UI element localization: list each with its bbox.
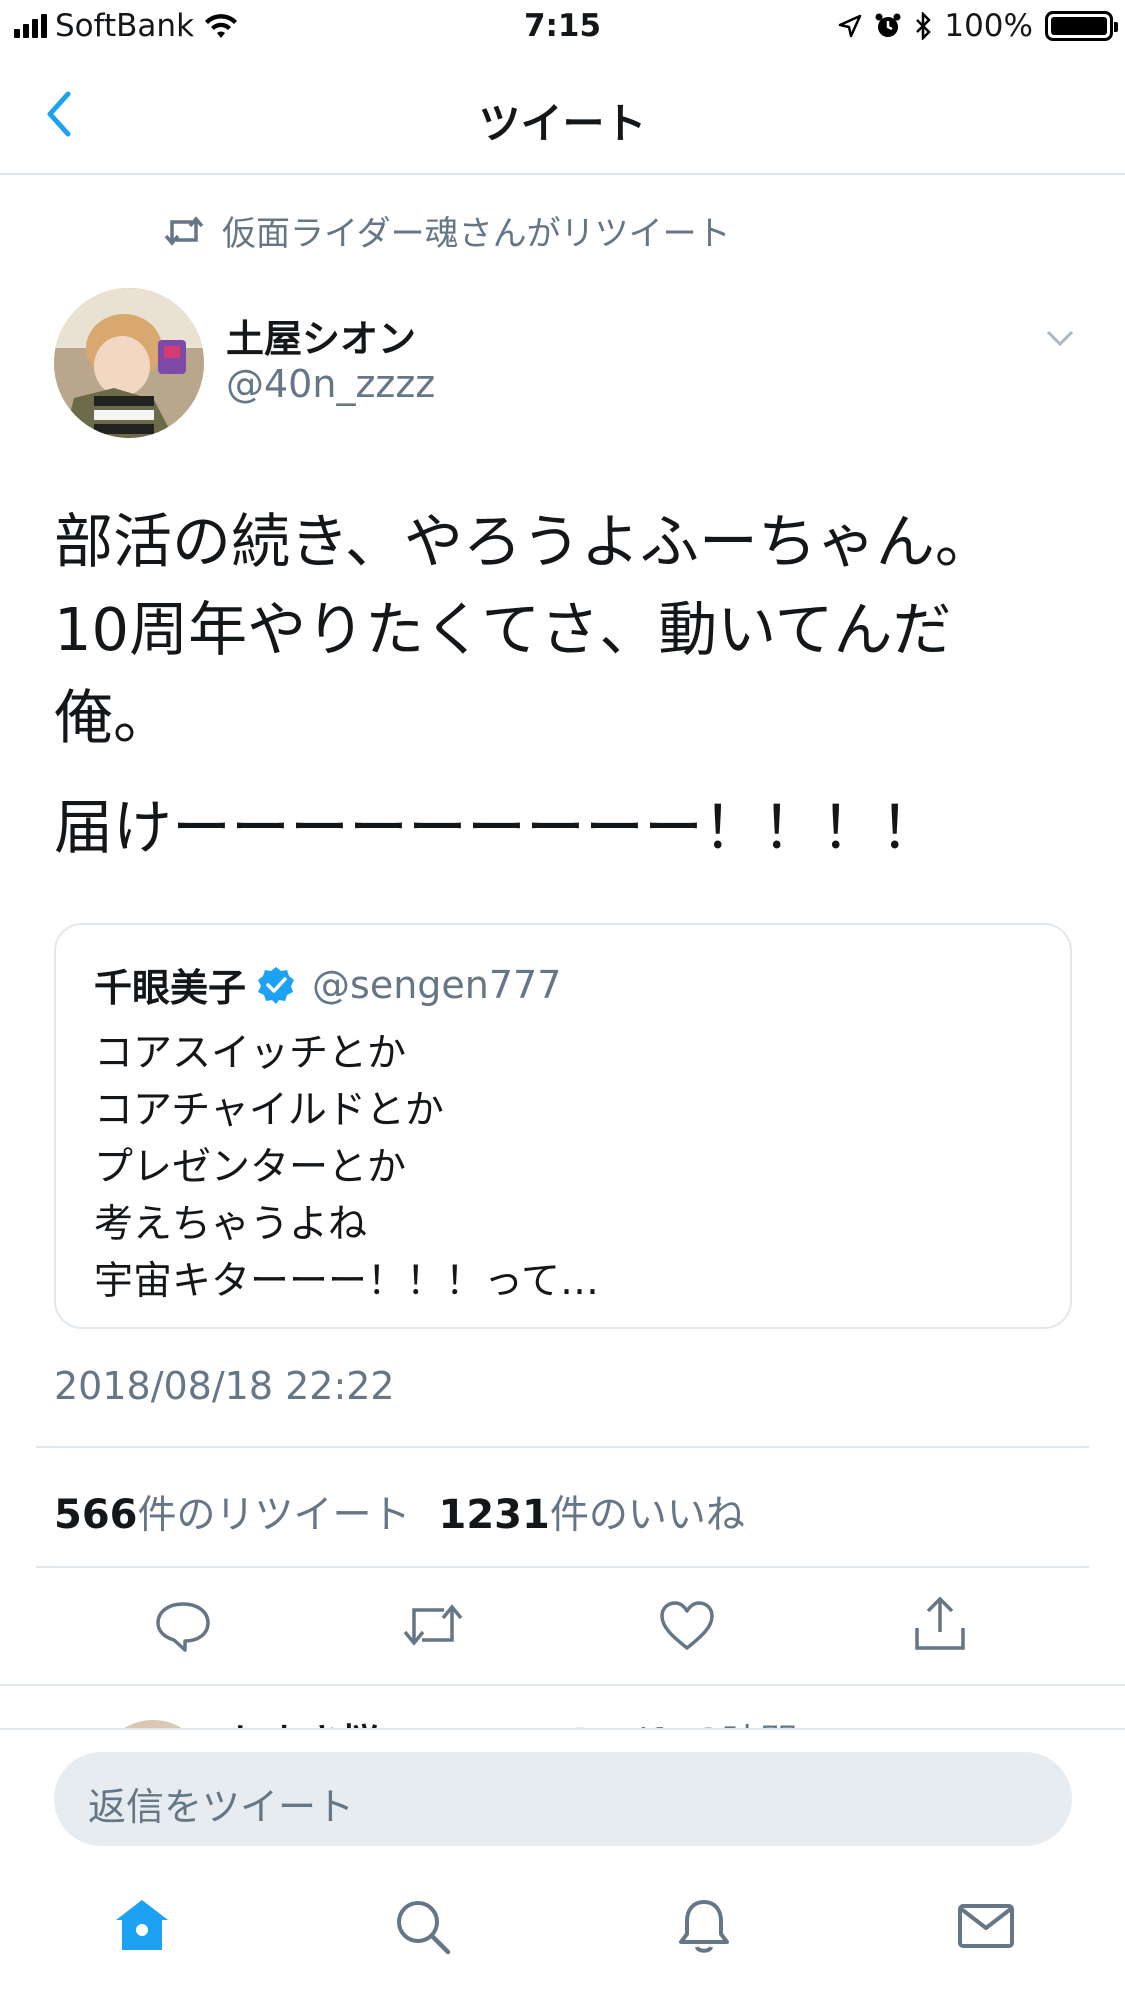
- battery-percent: 100%: [944, 8, 1033, 44]
- like-count[interactable]: 1231: [439, 1492, 550, 1538]
- divider: [36, 1566, 1089, 1568]
- author-avatar-image: [54, 288, 204, 438]
- home-icon: [116, 1900, 168, 1950]
- quoted-tweet-line: 考えちゃうよね: [94, 1202, 368, 1247]
- quoted-tweet-line: プレゼンターとか: [94, 1145, 407, 1190]
- search-icon: [397, 1901, 451, 1955]
- like-button[interactable]: [652, 1590, 722, 1660]
- status-bar: SoftBank 7:15 100%: [0, 0, 1125, 58]
- tab-bar: [0, 1868, 1125, 2000]
- share-icon: [915, 1596, 965, 1650]
- tweet-line: 届けーーーーーーーーー！！！！: [54, 793, 940, 862]
- like-count-label[interactable]: 件のいいね: [550, 1484, 745, 1540]
- status-right: 100%: [838, 8, 1118, 44]
- alarm-icon: [875, 13, 901, 37]
- tweet-text: 部活の続き、やろうよふーちゃん。 10周年やりたくてさ、動いてんだ 俺。 届けー…: [54, 498, 1074, 872]
- quoted-author-name: 千眼美子: [94, 966, 247, 1010]
- quoted-tweet-line: コアスイッチとか: [94, 1031, 407, 1076]
- page-title: ツイート: [478, 99, 647, 148]
- tweet-timestamp: 2018/08/18 22:22: [54, 1364, 395, 1408]
- like-heart-icon: [660, 1601, 714, 1650]
- battery-icon: [1045, 11, 1118, 41]
- reply-input[interactable]: 返信をツイート: [54, 1752, 1072, 1846]
- reply-bar: 返信をツイート: [0, 1728, 1125, 1868]
- retweet-icon: [403, 1604, 463, 1646]
- quoted-tweet-header: 千眼美子 @sengen777: [94, 957, 561, 1012]
- navigation-bar: ツイート: [0, 58, 1125, 175]
- retweet-icon: [164, 215, 204, 246]
- chevron-down-icon: [1046, 330, 1074, 347]
- reply-icon: [156, 1602, 210, 1652]
- bluetooth-icon: [916, 12, 932, 40]
- quoted-tweet-line: 宇宙キターーー！！！って…: [94, 1259, 600, 1304]
- location-arrow-icon: [839, 14, 862, 38]
- tweet-options-button[interactable]: [1040, 322, 1080, 352]
- retweet-context[interactable]: 仮面ライダー魂さんがリツイート: [164, 206, 731, 255]
- tweet-detail-screen: SoftBank 7:15 100% ツイート 仮面ライダー魂さんがリツイート …: [0, 0, 1125, 2000]
- retweet-count[interactable]: 566: [54, 1492, 138, 1538]
- author-handle[interactable]: @40n_zzzz: [226, 362, 435, 406]
- author-name[interactable]: 土屋シオン: [226, 308, 416, 363]
- verified-badge-icon: [258, 966, 295, 1004]
- tweet-line: 10周年やりたくてさ、動いてんだ: [54, 595, 952, 664]
- share-button[interactable]: [905, 1590, 975, 1660]
- tweet-line: 俺。: [54, 683, 173, 752]
- tweet-line: 部活の続き、やろうよふーちゃん。: [54, 507, 994, 576]
- tab-messages[interactable]: [954, 1894, 1018, 1958]
- tab-home[interactable]: [110, 1894, 174, 1958]
- mail-icon: [958, 1904, 1014, 1948]
- retweet-count-label[interactable]: 件のリツイート: [138, 1484, 411, 1540]
- reply-button[interactable]: [148, 1590, 218, 1660]
- tab-notifications[interactable]: [672, 1894, 736, 1958]
- author-avatar[interactable]: [54, 288, 204, 438]
- quoted-tweet-text: コアスイッチとか コアチャイルドとか プレゼンターとか 考えちゃうよね 宇宙キタ…: [94, 1025, 599, 1310]
- quoted-tweet-line: コアチャイルドとか: [94, 1088, 444, 1133]
- bell-icon: [679, 1900, 729, 1953]
- tweet-actions: [0, 1590, 1125, 1666]
- retweet-button[interactable]: [398, 1590, 468, 1660]
- quoted-author-handle: @sengen777: [312, 962, 562, 1007]
- retweet-context-label: 仮面ライダー魂さんがリツイート: [222, 214, 731, 254]
- divider: [36, 1446, 1089, 1448]
- quoted-tweet-card[interactable]: 千眼美子 @sengen777 コアスイッチとか コアチャイルドとか プレゼンタ…: [54, 923, 1072, 1329]
- tab-search[interactable]: [390, 1894, 454, 1958]
- engagement-counts: 566 件のリツイート 1231 件のいいね: [54, 1484, 745, 1540]
- next-reply-preview[interactable]: ちまき桜 @tomo_KR_Life 3時間: [0, 1684, 1125, 1730]
